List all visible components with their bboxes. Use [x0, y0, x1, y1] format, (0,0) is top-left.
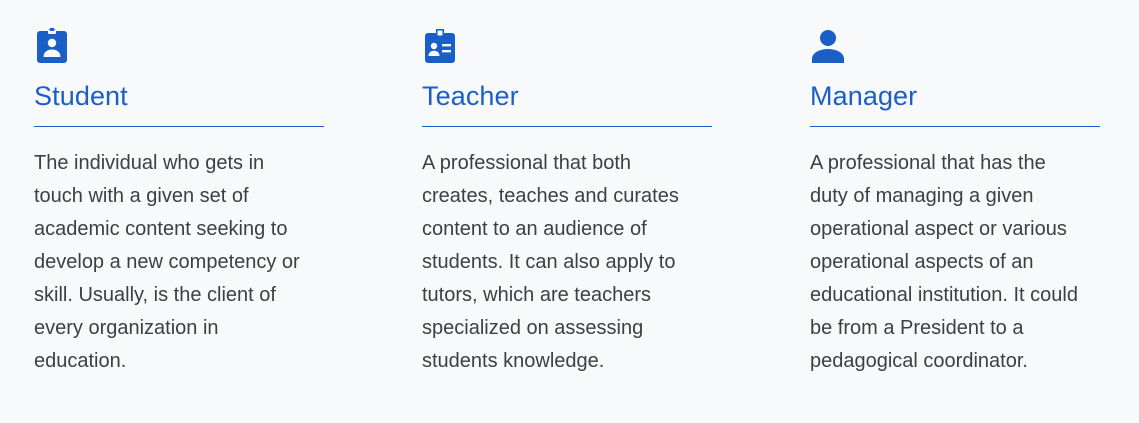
role-title: Student — [34, 81, 128, 111]
roles-section: Student The individual who gets in touch… — [0, 0, 1139, 423]
id-card-icon — [420, 26, 460, 66]
role-card-student: Student The individual who gets in touch… — [34, 26, 324, 378]
role-card-teacher: Teacher A professional that both creates… — [422, 26, 712, 378]
divider — [810, 126, 1100, 127]
divider — [422, 126, 712, 127]
role-description: A professional that has the duty of mana… — [810, 152, 1078, 372]
badge-icon — [32, 26, 72, 66]
divider — [34, 126, 324, 127]
role-title: Teacher — [422, 81, 519, 111]
role-description: A professional that both creates, teache… — [422, 152, 679, 372]
role-title: Manager — [810, 81, 918, 111]
role-description: The individual who gets in touch with a … — [34, 152, 300, 372]
person-icon — [808, 26, 848, 66]
role-card-manager: Manager A professional that has the duty… — [810, 26, 1100, 378]
